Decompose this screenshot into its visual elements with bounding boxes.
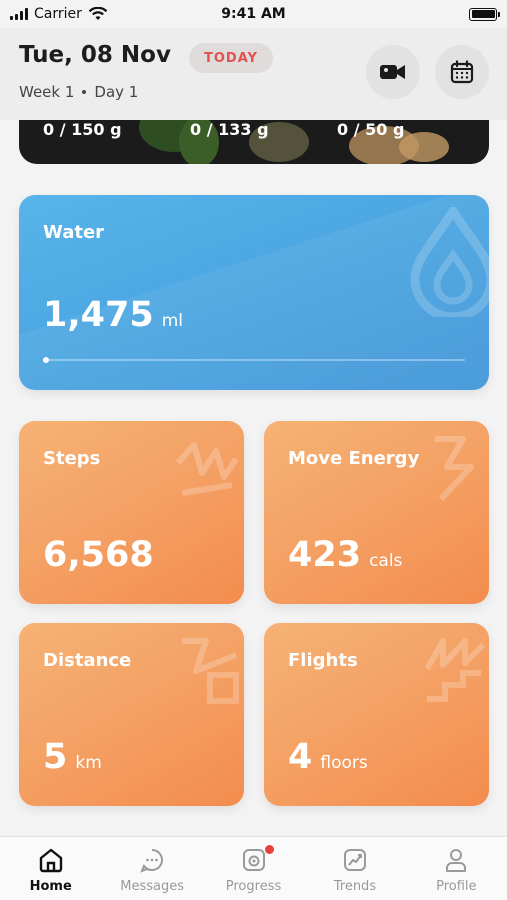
page-title: Tue, 08 Nov [19, 42, 171, 68]
steps-icon [175, 442, 239, 496]
distance-amount: 5 [43, 737, 68, 777]
battery-icon [469, 7, 500, 21]
week-day-line: Week 1 Day 1 [19, 83, 138, 101]
distance-unit: km [75, 753, 102, 773]
move-energy-unit: cals [369, 551, 403, 571]
water-value: 1,475 ml [43, 295, 183, 335]
separator-dot [82, 90, 87, 94]
tab-profile[interactable]: Profile [406, 837, 507, 900]
steps-amount: 6,568 [43, 535, 154, 575]
water-unit: ml [161, 311, 184, 331]
move-energy-amount: 423 [288, 535, 362, 575]
flights-card[interactable]: Flights 4 floors [264, 623, 489, 806]
flights-value: 4 floors [288, 737, 368, 777]
water-amount: 1,475 [43, 295, 154, 335]
calendar-button[interactable] [435, 45, 489, 99]
flights-icon [424, 638, 486, 702]
person-icon [446, 849, 467, 872]
tab-trends-label: Trends [333, 879, 377, 894]
video-camera-icon [380, 65, 405, 79]
water-card[interactable]: Water 1,475 ml [19, 195, 489, 390]
flights-unit: floors [320, 753, 368, 773]
water-title: Water [43, 222, 105, 243]
tab-home[interactable]: Home [0, 837, 101, 900]
video-button[interactable] [366, 45, 420, 99]
week-label: Week 1 [19, 83, 75, 101]
energy-icon [435, 436, 474, 502]
home-icon [39, 848, 62, 873]
steps-value: 6,568 [43, 535, 154, 575]
distance-title: Distance [43, 650, 132, 671]
chat-icon [140, 849, 164, 873]
trend-chart-icon [343, 849, 366, 871]
flights-amount: 4 [288, 737, 313, 777]
move-energy-title: Move Energy [288, 448, 420, 469]
wifi-icon [88, 7, 108, 20]
water-drop-icon [410, 207, 489, 317]
carrier-label: Carrier [34, 6, 82, 22]
tab-progress-label: Progress [225, 879, 282, 894]
status-bar: Carrier 9:41 AM [0, 0, 507, 28]
tab-profile-label: Profile [436, 879, 477, 894]
flights-title: Flights [288, 650, 358, 671]
status-left: Carrier [10, 6, 108, 22]
tab-messages-label: Messages [120, 879, 184, 894]
food-value-3: 0 / 50 g [337, 120, 405, 139]
camera-progress-icon [242, 849, 265, 871]
tab-bar: Home Messages Progress Trends Profile [0, 836, 507, 900]
calendar-icon [450, 60, 474, 84]
tab-progress[interactable]: Progress [203, 837, 304, 900]
day-label: Day 1 [94, 83, 139, 101]
food-value-1: 0 / 150 g [43, 120, 122, 139]
signal-icon [10, 8, 28, 20]
today-badge[interactable]: TODAY [189, 43, 273, 73]
header: Tue, 08 Nov TODAY Week 1 Day 1 [0, 28, 507, 120]
steps-title: Steps [43, 448, 101, 469]
distance-value: 5 km [43, 737, 102, 777]
tab-messages[interactable]: Messages [101, 837, 202, 900]
move-energy-card[interactable]: Move Energy 423 cals [264, 421, 489, 604]
distance-card[interactable]: Distance 5 km [19, 623, 244, 806]
water-progress-track[interactable] [43, 357, 465, 363]
tab-home-label: Home [29, 879, 72, 894]
move-energy-value: 423 cals [288, 535, 402, 575]
tab-trends[interactable]: Trends [304, 837, 405, 900]
progress-notification-badge [264, 845, 274, 854]
steps-card[interactable]: Steps 6,568 [19, 421, 244, 604]
distance-icon [182, 638, 239, 704]
food-value-2: 0 / 133 g [190, 120, 269, 139]
water-progress-knob[interactable] [43, 357, 49, 363]
